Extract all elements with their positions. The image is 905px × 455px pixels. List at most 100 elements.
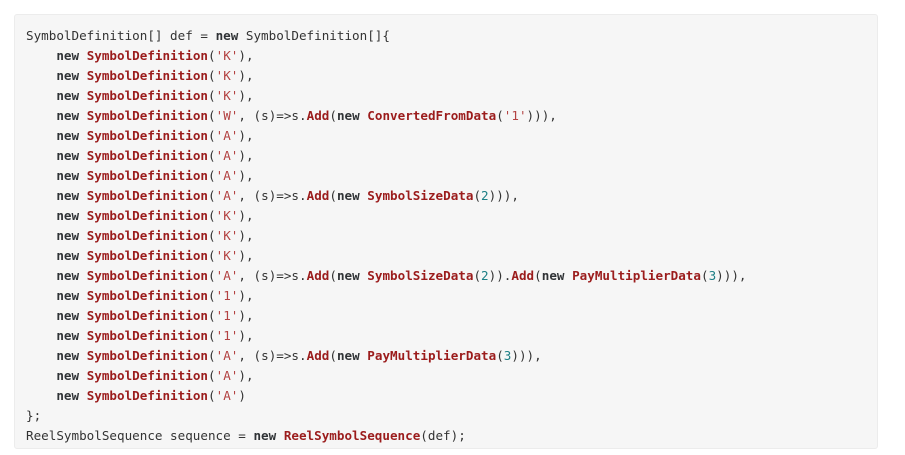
code-token: SymbolDefinition [86,248,209,263]
code-token: new [56,88,80,103]
code-line: new SymbolDefinition('A'), [26,126,877,146]
code-line: new SymbolDefinition('A', (s)=>s.Add(new… [26,346,877,366]
code-token: ConvertedFromData [367,108,497,123]
code-token: 'K' [215,88,239,103]
code-token: ( [473,188,482,203]
code-line: new SymbolDefinition('1'), [26,286,877,306]
code-token: ( [208,128,216,143]
code-token: SymbolDefinition [86,348,209,363]
code-token: new [56,128,80,143]
code-token: ( [208,248,216,263]
code-token: SymbolDefinition [86,128,209,143]
code-token: new [56,268,80,283]
code-token: ), [238,128,254,143]
code-token: '1' [503,108,527,123]
code-token: 'W' [215,108,239,123]
code-token: 'A' [215,268,239,283]
code-token: 2 [481,188,489,203]
code-token: ), [238,68,254,83]
code-token: ), [238,368,254,383]
code-token: ( [208,388,216,403]
code-token: 'A' [215,148,239,163]
code-token: '1' [215,308,239,323]
code-token: new [56,148,80,163]
code-line: new SymbolDefinition('W', (s)=>s.Add(new… [26,106,877,126]
code-token: new [56,68,80,83]
code-token: SymbolDefinition [86,228,209,243]
code-token: new [336,268,360,283]
code-token: ( [208,148,216,163]
code-token: ( [208,68,216,83]
code-token: SymbolDefinition [86,188,209,203]
code-token: 'A' [215,368,239,383]
code-token: SymbolDefinition [86,308,209,323]
code-token: ), [238,148,254,163]
code-token: new [56,48,80,63]
code-token: new [56,288,80,303]
code-token: ( [208,348,216,363]
code-token: '1' [215,328,239,343]
code-token: SymbolDefinition [86,288,209,303]
code-token: ( [496,108,504,123]
code-token: ))), [526,108,557,123]
code-line: ReelSymbolSequence sequence = new ReelSy… [26,426,877,446]
code-token: ( [329,188,337,203]
code-block[interactable]: SymbolDefinition[] def = new SymbolDefin… [14,14,878,449]
code-line: new SymbolDefinition('A'), [26,146,877,166]
code-token: ))), [488,188,519,203]
code-token: SymbolDefinition [86,268,209,283]
code-token: 'A' [215,388,239,403]
code-token: ), [238,328,254,343]
code-token: SymbolDefinition [86,148,209,163]
code-token: ReelSymbolSequence sequence = [26,428,254,443]
code-token: ), [238,168,254,183]
code-line: new SymbolDefinition('K'), [26,86,877,106]
code-token: 'A' [215,188,239,203]
code-token: SymbolDefinition [86,388,209,403]
code-token: ))), [511,348,542,363]
code-token: ) [238,388,246,403]
code-token: '1' [215,288,239,303]
code-line: new SymbolDefinition('K'), [26,246,877,266]
code-token: Add [306,268,330,283]
code-lines: SymbolDefinition[] def = new SymbolDefin… [26,26,877,446]
code-token: Add [511,268,535,283]
code-token: ( [329,108,337,123]
code-token: new [56,248,80,263]
code-token: new [336,108,360,123]
code-token: ReelSymbolSequence [283,428,421,443]
code-token: ( [329,348,337,363]
code-token: 'K' [215,248,239,263]
code-token: new [336,188,360,203]
code-token: new [56,328,80,343]
code-token: ( [473,268,482,283]
code-token: ( [208,268,216,283]
code-token: SymbolDefinition[]{ [238,28,390,43]
code-token: PayMultiplierData [367,348,497,363]
code-line: new SymbolDefinition('K'), [26,226,877,246]
code-token: , (s)=>s. [238,348,307,363]
code-token: Add [306,188,330,203]
code-token: SymbolDefinition [86,88,209,103]
code-line: }; [26,406,877,426]
code-token: ( [700,268,709,283]
code-line: new SymbolDefinition('A') [26,386,877,406]
code-token: ( [208,108,216,123]
